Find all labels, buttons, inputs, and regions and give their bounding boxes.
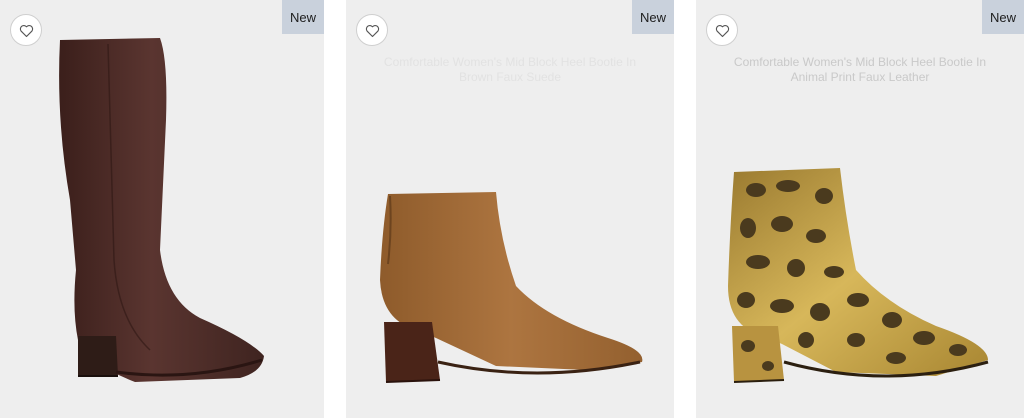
heart-outline-icon (19, 24, 33, 37)
favorite-button[interactable] (356, 14, 388, 46)
new-badge: New (632, 0, 674, 34)
new-badge: New (282, 0, 324, 34)
product-image-tall-brown-boot[interactable] (0, 0, 324, 418)
favorite-button[interactable] (706, 14, 738, 46)
product-image-tan-bootie[interactable] (346, 0, 674, 418)
heart-outline-icon (365, 24, 379, 37)
new-badge: New (982, 0, 1024, 34)
product-card[interactable]: Comfortable Women's Mid Block Heel Booti… (696, 0, 1024, 418)
favorite-button[interactable] (10, 14, 42, 46)
product-image-leopard-bootie[interactable] (696, 0, 1024, 418)
product-card[interactable]: Comfortable Women's Mid Block Heel Booti… (346, 0, 674, 418)
heart-outline-icon (715, 24, 729, 37)
product-card[interactable]: New (0, 0, 324, 418)
